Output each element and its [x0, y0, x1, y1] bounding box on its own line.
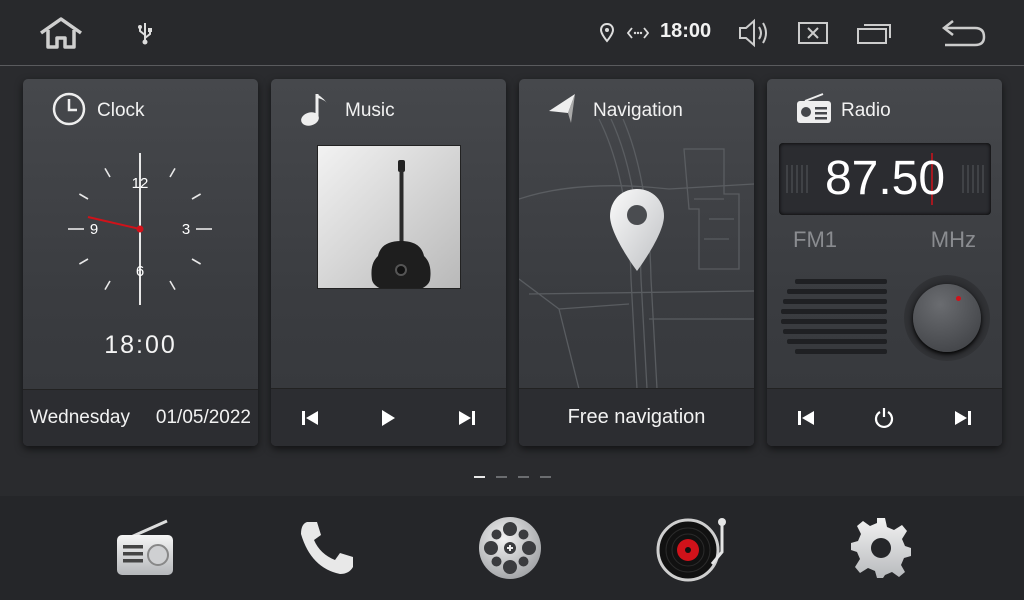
free-navigation-label: Free navigation: [567, 406, 706, 428]
date-label: 01/05/2022: [155, 407, 251, 428]
page-indicator: [474, 476, 551, 478]
seek-forward-button[interactable]: [943, 398, 983, 438]
weekday-label: Wednesday: [30, 407, 130, 428]
page-dot-2[interactable]: [496, 476, 507, 478]
tuning-knob[interactable]: [904, 275, 990, 361]
page-dot-4[interactable]: [540, 476, 551, 478]
clock-icon: [49, 91, 89, 131]
album-art[interactable]: [317, 145, 461, 289]
skip-previous-icon: [798, 410, 815, 425]
navigation-widget[interactable]: Navigation Free navigation: [519, 79, 754, 446]
skip-next-icon: [458, 410, 475, 425]
clock-digital-time: 18:00: [104, 331, 177, 359]
skip-previous-icon: [302, 410, 319, 425]
volume-icon[interactable]: [736, 0, 772, 65]
radio-controls: [767, 388, 1002, 446]
navigation-arrow-icon: [545, 91, 585, 131]
frequency-value: 87.50: [824, 152, 946, 205]
status-bar: 18:00: [0, 0, 1024, 66]
back-icon[interactable]: [940, 0, 988, 65]
frequency-display: 87.50: [779, 143, 991, 215]
video-reel-icon[interactable]: [468, 506, 552, 590]
page-dot-1[interactable]: [474, 476, 485, 478]
clock-date-bar: Wednesday 01/05/2022: [23, 389, 258, 446]
radio-app-icon[interactable]: [100, 506, 184, 590]
radio-title: Radio: [841, 100, 891, 121]
navigation-footer[interactable]: Free navigation: [519, 388, 754, 446]
analog-clock-face: 12 3 6 9: [68, 153, 212, 305]
music-title: Music: [345, 100, 395, 121]
speaker-grille: [781, 279, 887, 354]
music-widget[interactable]: Music: [271, 79, 506, 446]
radio-power-button[interactable]: [864, 398, 904, 438]
location-icon: [597, 0, 617, 65]
clock-widget[interactable]: Clock 12 3 6 9 18:00 Wednesday 01/05/202…: [23, 79, 258, 446]
map-pin-icon: [608, 187, 666, 278]
status-time: 18:00: [660, 20, 712, 42]
unit-label: MHz: [930, 227, 976, 252]
skip-next-icon: [954, 410, 971, 425]
signal-icon: [625, 0, 651, 65]
dial-3: 3: [182, 221, 190, 238]
clock-title: Clock: [97, 100, 145, 121]
app-dock: [0, 496, 1024, 600]
band-label: FM1: [793, 227, 837, 252]
radio-icon: [793, 91, 833, 131]
dial-9: 9: [90, 221, 98, 238]
page-dot-3[interactable]: [518, 476, 529, 478]
settings-icon[interactable]: [839, 506, 923, 590]
music-controls: [271, 388, 506, 446]
usb-icon: [134, 0, 156, 65]
radio-widget[interactable]: Radio 87.50 FM1 MHz: [767, 79, 1002, 446]
music-note-icon: [297, 91, 337, 131]
previous-track-button[interactable]: [290, 398, 330, 438]
play-button[interactable]: [368, 398, 408, 438]
play-icon: [382, 409, 396, 426]
home-icon[interactable]: [34, 0, 88, 65]
next-track-button[interactable]: [447, 398, 487, 438]
music-player-icon[interactable]: [652, 506, 736, 590]
navigation-title: Navigation: [593, 100, 683, 121]
close-window-icon[interactable]: [796, 0, 830, 65]
dial-6: 6: [136, 263, 144, 280]
phone-icon[interactable]: [283, 506, 367, 590]
power-icon: [875, 407, 894, 428]
dial-12: 12: [132, 175, 149, 192]
seek-back-button[interactable]: [786, 398, 826, 438]
recent-apps-icon[interactable]: [856, 0, 892, 65]
